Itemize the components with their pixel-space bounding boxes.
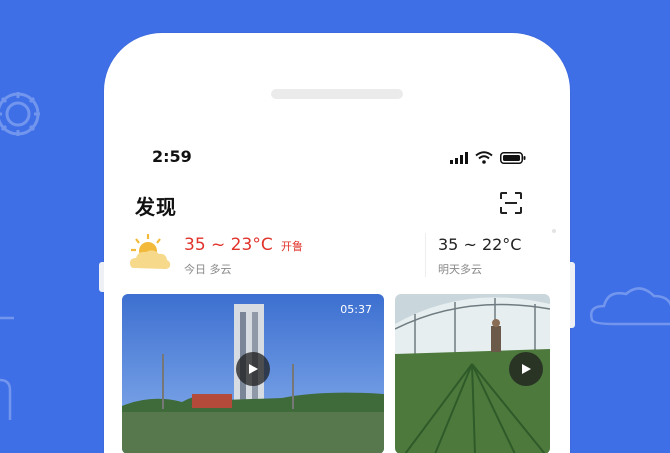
phone-side-button: [570, 262, 575, 328]
wifi-icon: [475, 151, 493, 164]
video-duration: 05:37: [340, 303, 372, 316]
location-label[interactable]: 开鲁: [281, 238, 303, 254]
video-card[interactable]: 05:37: [122, 294, 384, 453]
today-temperature: 35 ~ 23°C: [184, 235, 273, 255]
tomorrow-temperature: 35 ~ 22°C: [438, 235, 522, 254]
tomorrow-weather-desc: 明天多云: [438, 263, 482, 276]
phone-frame: 2:59 发现 35 ~ 23°C 开鲁 今日 多云 35 ~ 22°C 明天多…: [104, 33, 570, 453]
phone-speaker: [271, 89, 403, 99]
phone-side-button: [99, 262, 104, 292]
scroll-indicator: [552, 229, 556, 233]
today-weather-desc: 今日 多云: [184, 263, 232, 276]
play-icon[interactable]: [236, 352, 270, 386]
battery-icon: [500, 151, 526, 164]
gear-icon: [0, 92, 40, 136]
status-icons: [450, 151, 526, 164]
weather-divider: [425, 233, 426, 277]
bracket-decoration-icon: [0, 316, 14, 420]
page-title: 发现: [135, 195, 177, 219]
scan-icon[interactable]: [499, 191, 523, 215]
status-time: 2:59: [152, 147, 192, 166]
cellular-signal-icon: [450, 151, 468, 164]
partly-cloudy-icon: [130, 234, 171, 269]
video-card[interactable]: [395, 294, 550, 453]
cloud-decoration-icon: [590, 287, 670, 326]
play-icon[interactable]: [509, 352, 543, 386]
